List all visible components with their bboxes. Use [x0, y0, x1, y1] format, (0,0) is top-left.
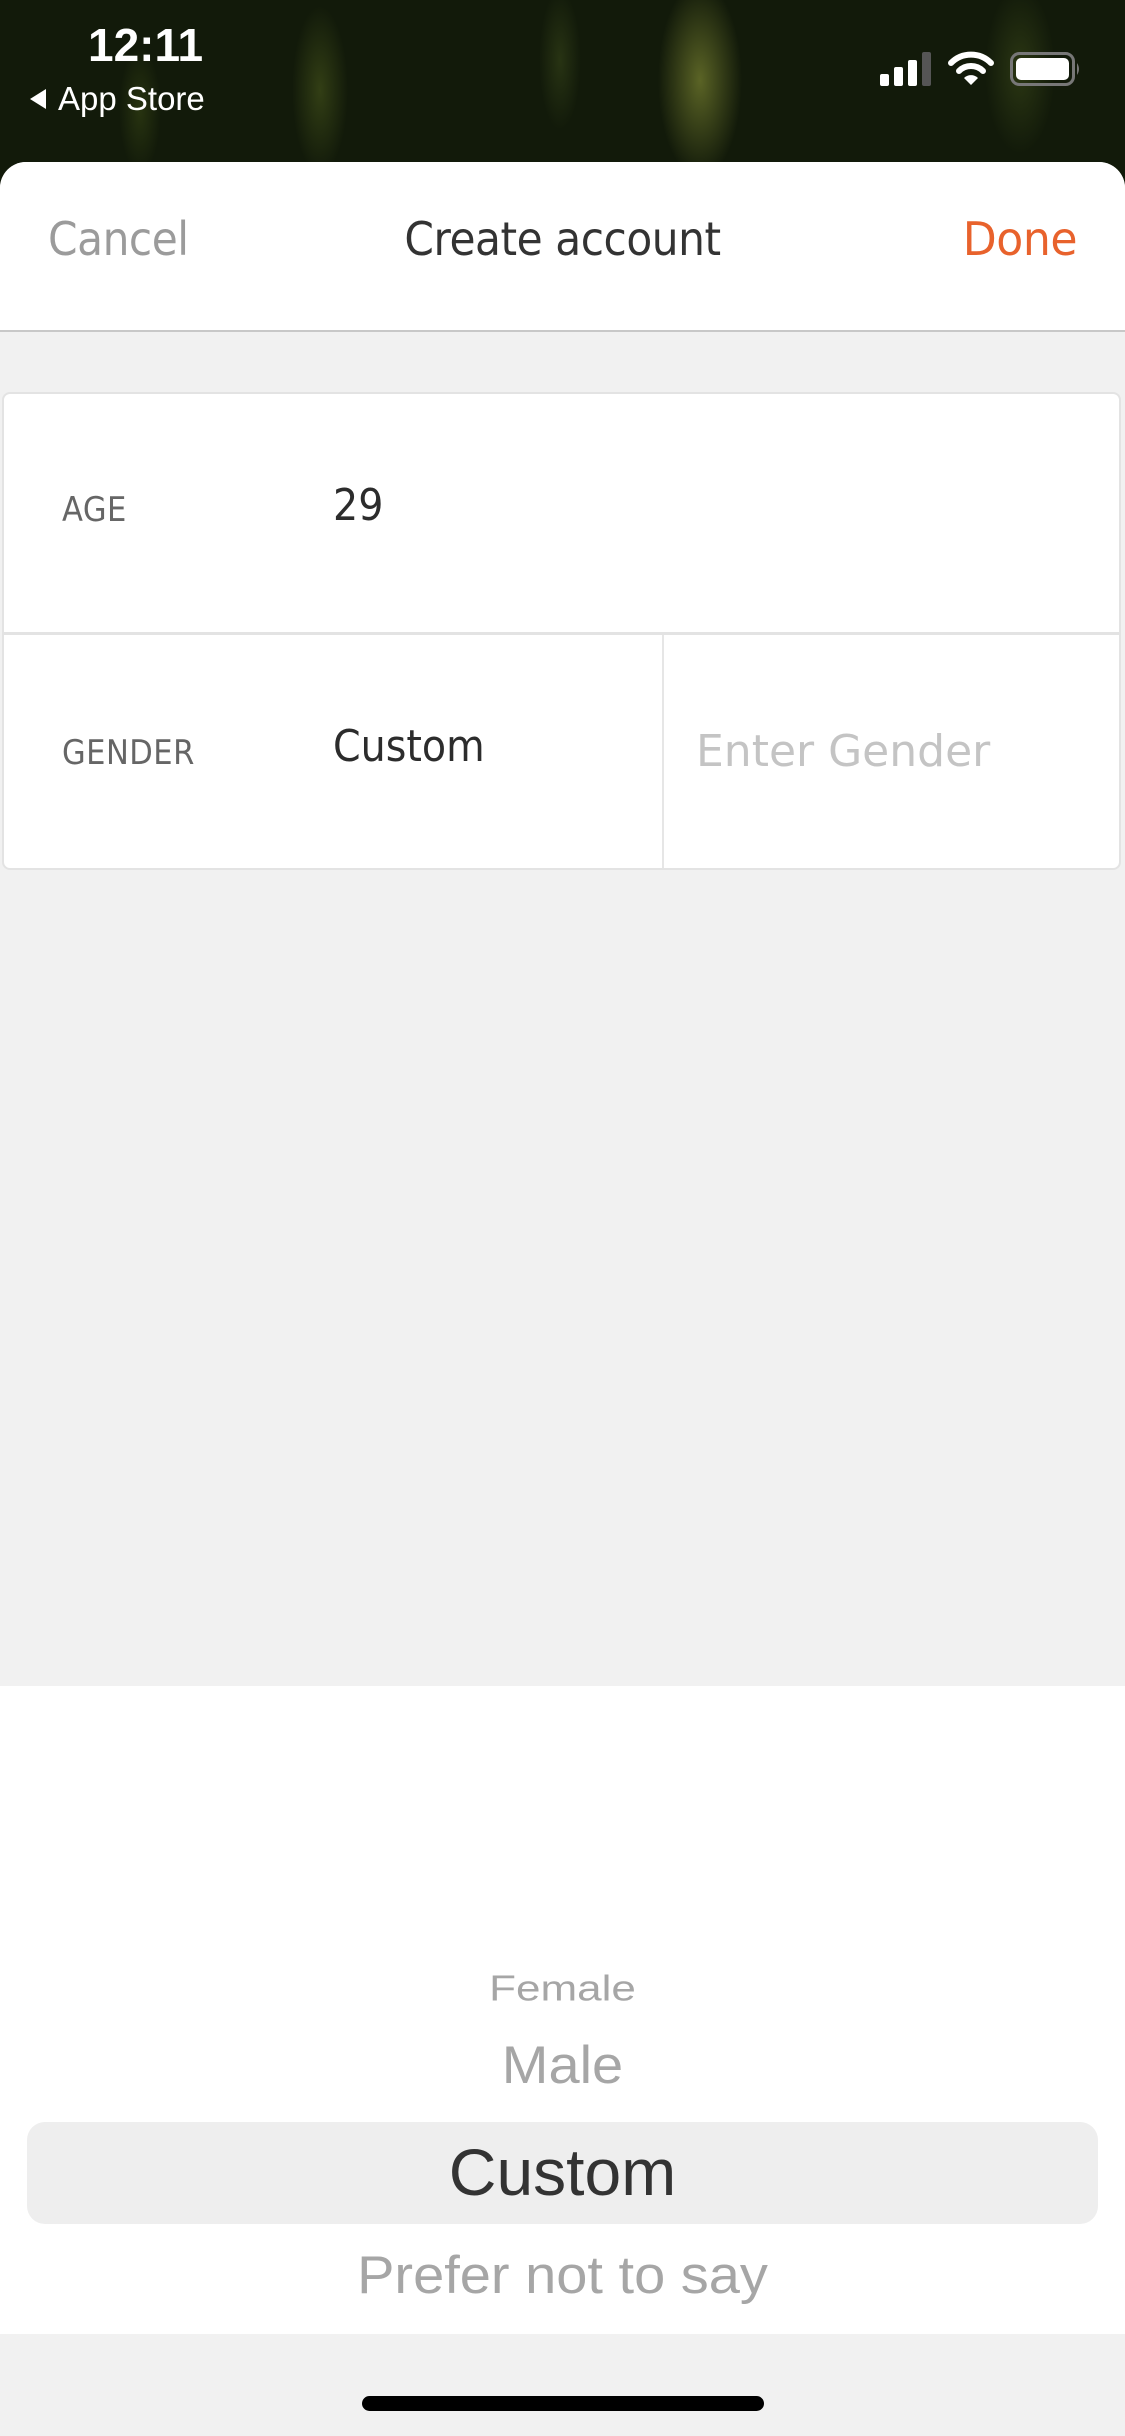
age-row[interactable]: AGE 29 — [4, 394, 1119, 635]
status-time: 12:11 — [88, 19, 204, 71]
wifi-icon — [948, 51, 994, 85]
custom-gender-input[interactable] — [664, 635, 1119, 868]
battery-icon — [1010, 52, 1079, 86]
gender-value[interactable]: Custom — [333, 721, 485, 772]
navigation-bar: Cancel Create account Done — [0, 162, 1125, 332]
gender-picker-wheel[interactable]: Female Male Custom Prefer not to say — [0, 1686, 1125, 2334]
profile-form-card: AGE 29 GENDER Custom — [2, 392, 1121, 870]
back-to-app-link[interactable]: App Store — [30, 80, 205, 118]
picker-option-male[interactable]: Male — [0, 2034, 1125, 2095]
create-account-sheet: Cancel Create account Done AGE 29 GENDER… — [0, 162, 1125, 2436]
page-title: Create account — [404, 212, 721, 266]
picker-option-prefer-not-to-say[interactable]: Prefer not to say — [0, 2244, 1125, 2305]
status-bar: 12:11 App Store — [0, 0, 1125, 160]
signal-icon — [880, 52, 931, 86]
back-triangle-icon — [30, 89, 46, 109]
home-indicator[interactable] — [362, 2396, 764, 2411]
picker-option-custom-selected[interactable]: Custom — [0, 2134, 1125, 2210]
picker-option-female[interactable]: Female — [0, 1969, 1125, 2010]
gender-label: GENDER — [62, 733, 195, 773]
gender-row: GENDER Custom — [4, 635, 1119, 868]
back-app-label: App Store — [58, 80, 205, 117]
done-button[interactable]: Done — [963, 212, 1078, 266]
age-value[interactable]: 29 — [333, 480, 383, 531]
age-label: AGE — [62, 490, 127, 530]
